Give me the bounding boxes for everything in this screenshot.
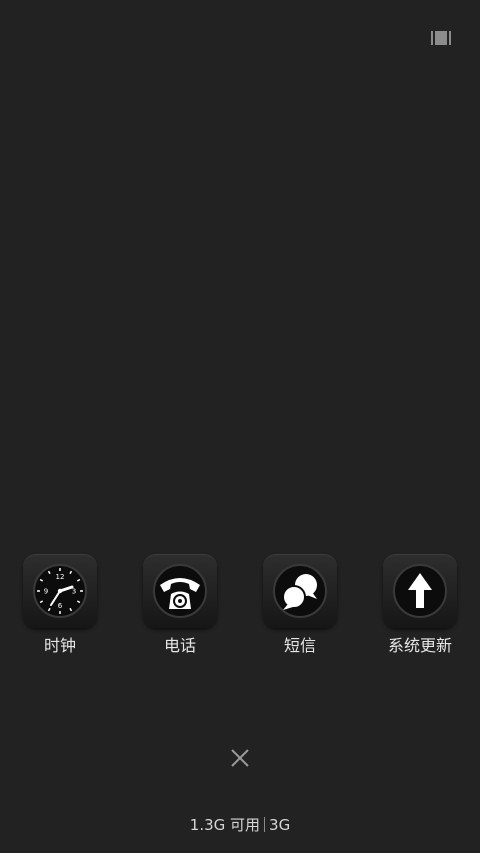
app-icon-tile xyxy=(383,554,457,628)
phone-icon xyxy=(153,564,207,618)
app-label: 系统更新 xyxy=(387,636,452,655)
close-icon xyxy=(231,749,249,767)
recent-app-phone[interactable]: 电话 xyxy=(120,554,240,656)
clear-all-button[interactable] xyxy=(226,744,254,772)
recent-apps-row: 12 3 6 9 时钟 电话 短信 系统更新 xyxy=(0,554,480,664)
clock-number-3: 3 xyxy=(72,588,76,596)
memory-separator xyxy=(264,817,266,832)
app-label: 短信 xyxy=(283,636,316,655)
recent-app-messages[interactable]: 短信 xyxy=(240,554,360,656)
app-icon-tile xyxy=(143,554,217,628)
memory-total: 3G xyxy=(269,816,291,834)
app-icon-tile xyxy=(263,554,337,628)
recent-app-system-update[interactable]: 系统更新 xyxy=(360,554,480,656)
recent-app-clock[interactable]: 12 3 6 9 时钟 xyxy=(0,554,120,656)
clock-number-6: 6 xyxy=(58,602,63,610)
app-label: 电话 xyxy=(163,636,196,655)
clock-number-12: 12 xyxy=(56,573,65,581)
messages-icon xyxy=(273,564,327,618)
memory-info: 1.3G 可用 3G xyxy=(0,814,480,836)
bars-toggle-icon xyxy=(431,31,451,45)
app-label: 时钟 xyxy=(43,636,76,655)
view-toggle-button[interactable] xyxy=(428,28,454,48)
clock-number-9: 9 xyxy=(44,588,48,596)
update-arrow-icon xyxy=(393,564,447,618)
app-icon-tile: 12 3 6 9 xyxy=(23,554,97,628)
memory-available: 1.3G 可用 xyxy=(189,816,261,834)
clock-icon: 12 3 6 9 xyxy=(33,564,87,618)
